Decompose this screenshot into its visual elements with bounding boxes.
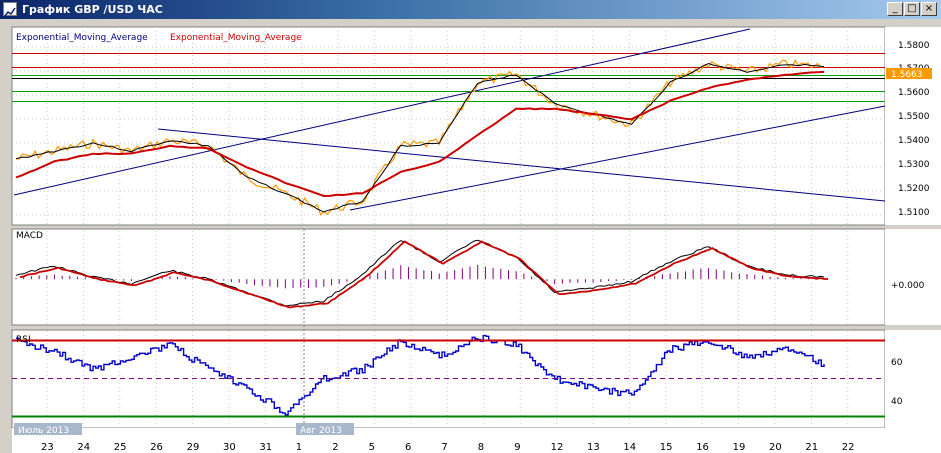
price-tick: 1.5600 (898, 88, 930, 98)
chart-window: График GBP /USD ЧАС _ □ × Exponential_Mo… (0, 0, 941, 453)
rsi-label: RSI (16, 335, 31, 345)
rsi-axis (885, 330, 941, 428)
month-label: Авг 2013 (300, 426, 342, 436)
date-label: 12 (551, 442, 564, 453)
date-label: 30 (223, 442, 236, 453)
chart-window-icon (3, 2, 17, 17)
close-button[interactable]: × (921, 2, 937, 16)
date-label: 7 (441, 442, 447, 453)
date-label: 6 (405, 442, 411, 453)
indicator-label-slow: Exponential_Moving_Average (170, 33, 302, 43)
maximize-button[interactable]: □ (904, 2, 920, 16)
date-label: 14 (623, 442, 636, 453)
price-tick: 1.5200 (898, 184, 930, 194)
date-label: 26 (150, 442, 163, 453)
indicator-label-fast: Exponential_Moving_Average (16, 33, 148, 43)
rsi-tick: 40 (891, 397, 903, 407)
date-label: 22 (842, 442, 855, 453)
date-label: 15 (660, 442, 673, 453)
current-price-value: 1.5663 (891, 70, 923, 80)
date-label: 20 (769, 442, 782, 453)
date-label: 19 (733, 442, 746, 453)
price-tick: 1.5300 (898, 160, 930, 170)
date-label: 16 (696, 442, 709, 453)
month-label: Июль 2013 (18, 426, 69, 436)
price-tick: 1.5400 (898, 136, 930, 146)
macd-panel (11, 228, 886, 326)
price-tick: 1.5100 (898, 208, 930, 218)
date-label: 9 (514, 442, 520, 453)
chart-area[interactable]: Exponential_Moving_Average Exponential_M… (0, 19, 941, 453)
date-label: 24 (77, 442, 90, 453)
price-axis (885, 27, 941, 225)
date-label: 2 (332, 442, 338, 453)
date-label: 13 (587, 442, 600, 453)
macd-axis (885, 229, 941, 325)
date-label: 25 (114, 442, 127, 453)
date-label: 21 (805, 442, 818, 453)
date-label: 5 (369, 442, 375, 453)
date-label: 8 (478, 442, 484, 453)
minimize-button[interactable]: _ (887, 2, 903, 16)
macd-zero-label: +0.000 (891, 281, 925, 291)
price-tick: 1.5500 (898, 112, 930, 122)
date-label: 31 (259, 442, 272, 453)
date-label: 1 (296, 442, 302, 453)
macd-label: MACD (16, 231, 43, 241)
title-bar[interactable]: График GBP /USD ЧАС _ □ × (0, 0, 941, 19)
price-tick: 1.5800 (898, 41, 930, 51)
rsi-tick: 60 (891, 358, 903, 368)
window-title: График GBP /USD ЧАС (22, 3, 163, 16)
date-label: 23 (41, 442, 54, 453)
date-label: 29 (187, 442, 200, 453)
